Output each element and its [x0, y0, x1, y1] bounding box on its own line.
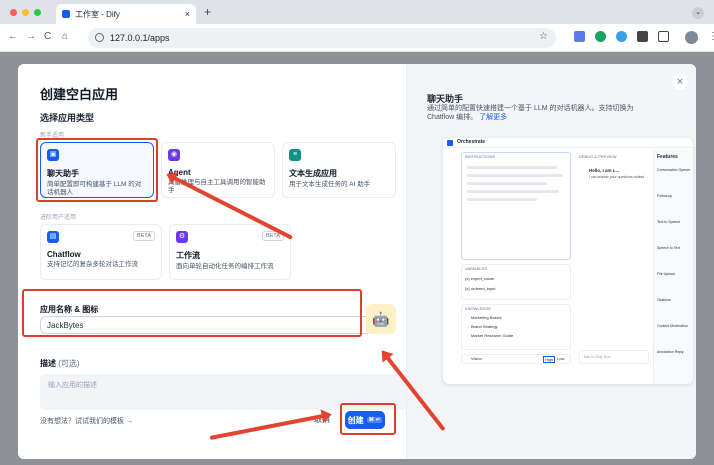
modal-left-panel: 创建空白应用 选择应用类型 新手适用 ▣ 聊天助手 简单配置即可构建基于 LLM…: [18, 64, 406, 459]
mock-vision: Vision: [471, 356, 482, 361]
create-app-modal: 创建空白应用 选择应用类型 新手适用 ▣ 聊天助手 简单配置即可构建基于 LLM…: [18, 64, 696, 459]
app-type-card-chatflow[interactable]: BETA ▤ Chatflow 支持记忆的复杂多轮对话工作流: [40, 224, 162, 280]
description-label: 描述 (可选): [40, 358, 80, 369]
caption-advanced: 进阶用户适用: [40, 215, 77, 221]
mock-feature-item: Content Moderation: [657, 324, 688, 328]
green-extension-icon[interactable]: [595, 31, 606, 42]
mock-chat-greeting: Hello, I am L...: [589, 168, 620, 173]
card-desc: 用于文本生成任务的 AI 助手: [289, 181, 371, 188]
forward-button[interactable]: →: [26, 31, 36, 42]
preview-mock-screenshot: Orchestrate INSTRUCTIONS VARIABLES {x} e…: [443, 138, 693, 384]
mock-instructions: INSTRUCTIONS: [465, 154, 495, 159]
sidebar-panel-icon[interactable]: [658, 31, 669, 42]
mock-chat-sub: I can answer your questions related: [589, 175, 645, 179]
home-button[interactable]: ⌂: [62, 31, 68, 42]
profile-avatar-icon[interactable]: [685, 31, 698, 44]
app-type-card-workflow[interactable]: BETA ⚙ 工作流 面向单轮自动化任务的编排工作流: [169, 224, 291, 280]
card-title: 工作流: [176, 251, 200, 260]
mock-low: Low: [557, 356, 565, 361]
close-window-icon[interactable]: [10, 9, 17, 16]
app-type-card-text-generation[interactable]: ≡ 文本生成应用 用于文本生成任务的 AI 助手: [282, 142, 396, 198]
minimize-window-icon[interactable]: [22, 9, 29, 16]
mock-feature-item: File Upload: [657, 272, 675, 276]
mock-var-item: {x} ordered_input: [465, 286, 496, 291]
learn-more-link[interactable]: 了解更多: [479, 114, 507, 121]
text-generator-icon: ≡: [289, 149, 301, 161]
mock-talk-placeholder: Talk to Dify Bot: [583, 354, 610, 359]
card-title: 文本生成应用: [289, 169, 337, 178]
modal-title: 创建空白应用: [40, 87, 119, 102]
card-desc: 面向单轮自动化任务的编排工作流: [176, 263, 274, 270]
mock-kb-item: Market Research Guide: [471, 333, 514, 338]
preview-desc: 通过简单的配置快速搭建一个基于 LLM 的对话机器人。支持切换为 Chatflo…: [427, 104, 657, 122]
card-title: Chatflow: [47, 250, 81, 259]
mock-variables: VARIABLES: [465, 266, 487, 271]
agent-icon: ◉: [168, 149, 180, 161]
section-app-type: 选择应用类型: [40, 113, 95, 123]
mock-high: High: [543, 356, 556, 363]
extension-icons: ⋮: [574, 31, 714, 44]
new-tab-button[interactable]: +: [204, 5, 211, 19]
card-title: Agent: [168, 168, 191, 177]
more-menu-icon[interactable]: ⋮: [708, 31, 714, 44]
puzzle-extension-icon[interactable]: [637, 31, 648, 42]
mock-kb-item: Marketing Basics: [471, 315, 502, 320]
app-type-card-agent[interactable]: ◉ Agent 具备推理与自主工具调用的智能助手: [161, 142, 275, 198]
mock-feature-item: Annotation Reply: [657, 350, 684, 354]
orchestrate-icon: [447, 140, 453, 146]
mock-feature-item: Citations: [657, 298, 671, 302]
description-label-text: 描述: [40, 359, 56, 368]
mock-features: Features: [657, 154, 678, 160]
translate-extension-icon[interactable]: [574, 31, 585, 42]
tab-close-icon[interactable]: ×: [185, 9, 190, 19]
back-button[interactable]: ←: [8, 31, 18, 42]
mock-knowledge: KNOWLEDGE: [465, 306, 492, 311]
maximize-window-icon[interactable]: [34, 9, 41, 16]
chatflow-icon: ▤: [47, 231, 59, 243]
address-bar[interactable]: 127.0.0.1/apps ☆: [88, 28, 556, 48]
close-icon[interactable]: ×: [672, 74, 688, 90]
bookmark-star-icon[interactable]: ☆: [539, 31, 548, 42]
beta-badge: BETA: [133, 231, 155, 241]
highlight-box-chatbot: [36, 138, 158, 202]
mock-var-item: {x} expert_name: [465, 276, 495, 281]
card-desc: 支持记忆的复杂多轮对话工作流: [47, 261, 138, 268]
preview-desc-text: 通过简单的配置快速搭建一个基于 LLM 的对话机器人。支持切换为 Chatflo…: [427, 105, 634, 121]
address-text: 127.0.0.1/apps: [110, 33, 170, 43]
browser-toolbar: ← → C ⌂ 127.0.0.1/apps ☆ ⋮: [0, 24, 714, 52]
highlight-box-create: [340, 403, 396, 435]
dify-favicon-icon: [62, 10, 70, 18]
reload-button[interactable]: C: [44, 31, 51, 42]
tab-title: 工作室 - Dify: [75, 9, 120, 19]
mock-feature-item: Follow-up: [657, 194, 673, 198]
mock-feature-item: Speech to Text: [657, 246, 681, 250]
workflow-icon: ⚙: [176, 231, 188, 243]
mock-feature-item: Text to Speech: [657, 220, 681, 224]
site-info-icon[interactable]: [95, 33, 104, 42]
highlight-box-app-name: [22, 289, 362, 337]
mock-debug: DEBUG & PREVIEW: [579, 154, 617, 159]
tab-list-icon[interactable]: ⌄: [692, 7, 704, 19]
cloud-extension-icon[interactable]: [616, 31, 627, 42]
mock-feature-item: Conversation Opener: [657, 168, 691, 172]
modal-preview-panel: × 聊天助手 通过简单的配置快速搭建一个基于 LLM 的对话机器人。支持切换为 …: [406, 64, 696, 459]
template-link[interactable]: 没有想法？试试我们的模板 →: [40, 416, 133, 426]
browser-tab[interactable]: 工作室 - Dify ×: [56, 4, 196, 24]
mock-header: Orchestrate: [457, 139, 486, 145]
app-icon-picker[interactable]: 🤖: [366, 304, 396, 334]
description-optional: (可选): [58, 359, 80, 368]
browser-tab-bar: 工作室 - Dify × + ⌄: [0, 0, 714, 24]
mock-kb-item: Brand Strategy: [471, 324, 498, 329]
